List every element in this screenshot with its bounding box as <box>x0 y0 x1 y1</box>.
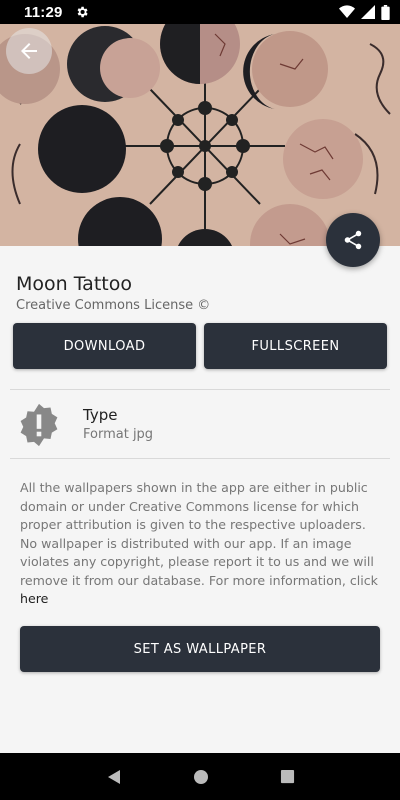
arrow-left-icon <box>21 43 37 59</box>
set-wallpaper-button[interactable]: SET AS WALLPAPER <box>20 626 380 672</box>
system-nav-bar <box>0 753 400 800</box>
wallpaper-title: Moon Tattoo <box>16 273 132 295</box>
type-label: Type <box>83 406 118 424</box>
battery-icon <box>381 4 390 20</box>
divider <box>10 389 390 390</box>
wifi-icon <box>339 5 355 18</box>
moon-tattoo-image <box>0 24 400 246</box>
signal-icon <box>361 5 375 19</box>
share-icon <box>344 230 362 250</box>
back-button[interactable] <box>6 28 52 74</box>
status-bar: 11:29 <box>0 0 400 24</box>
alert-badge-icon <box>20 403 58 447</box>
disclaimer-text: All the wallpapers shown in the app are … <box>20 479 386 609</box>
disclaimer-body: All the wallpapers shown in the app are … <box>20 480 378 588</box>
wallpaper-image[interactable] <box>0 24 400 246</box>
nav-back-icon[interactable] <box>106 769 122 785</box>
license-text: Creative Commons License © <box>16 298 211 313</box>
divider <box>10 458 390 459</box>
status-time: 11:29 <box>24 3 63 21</box>
more-info-link[interactable]: here <box>20 591 48 606</box>
fullscreen-button[interactable]: FULLSCREEN <box>204 323 387 369</box>
nav-recents-icon[interactable] <box>280 769 295 784</box>
gear-icon <box>77 6 88 18</box>
share-button[interactable] <box>326 213 380 267</box>
nav-home-icon[interactable] <box>193 769 209 785</box>
type-value: Format jpg <box>83 427 154 442</box>
download-button[interactable]: DOWNLOAD <box>13 323 196 369</box>
